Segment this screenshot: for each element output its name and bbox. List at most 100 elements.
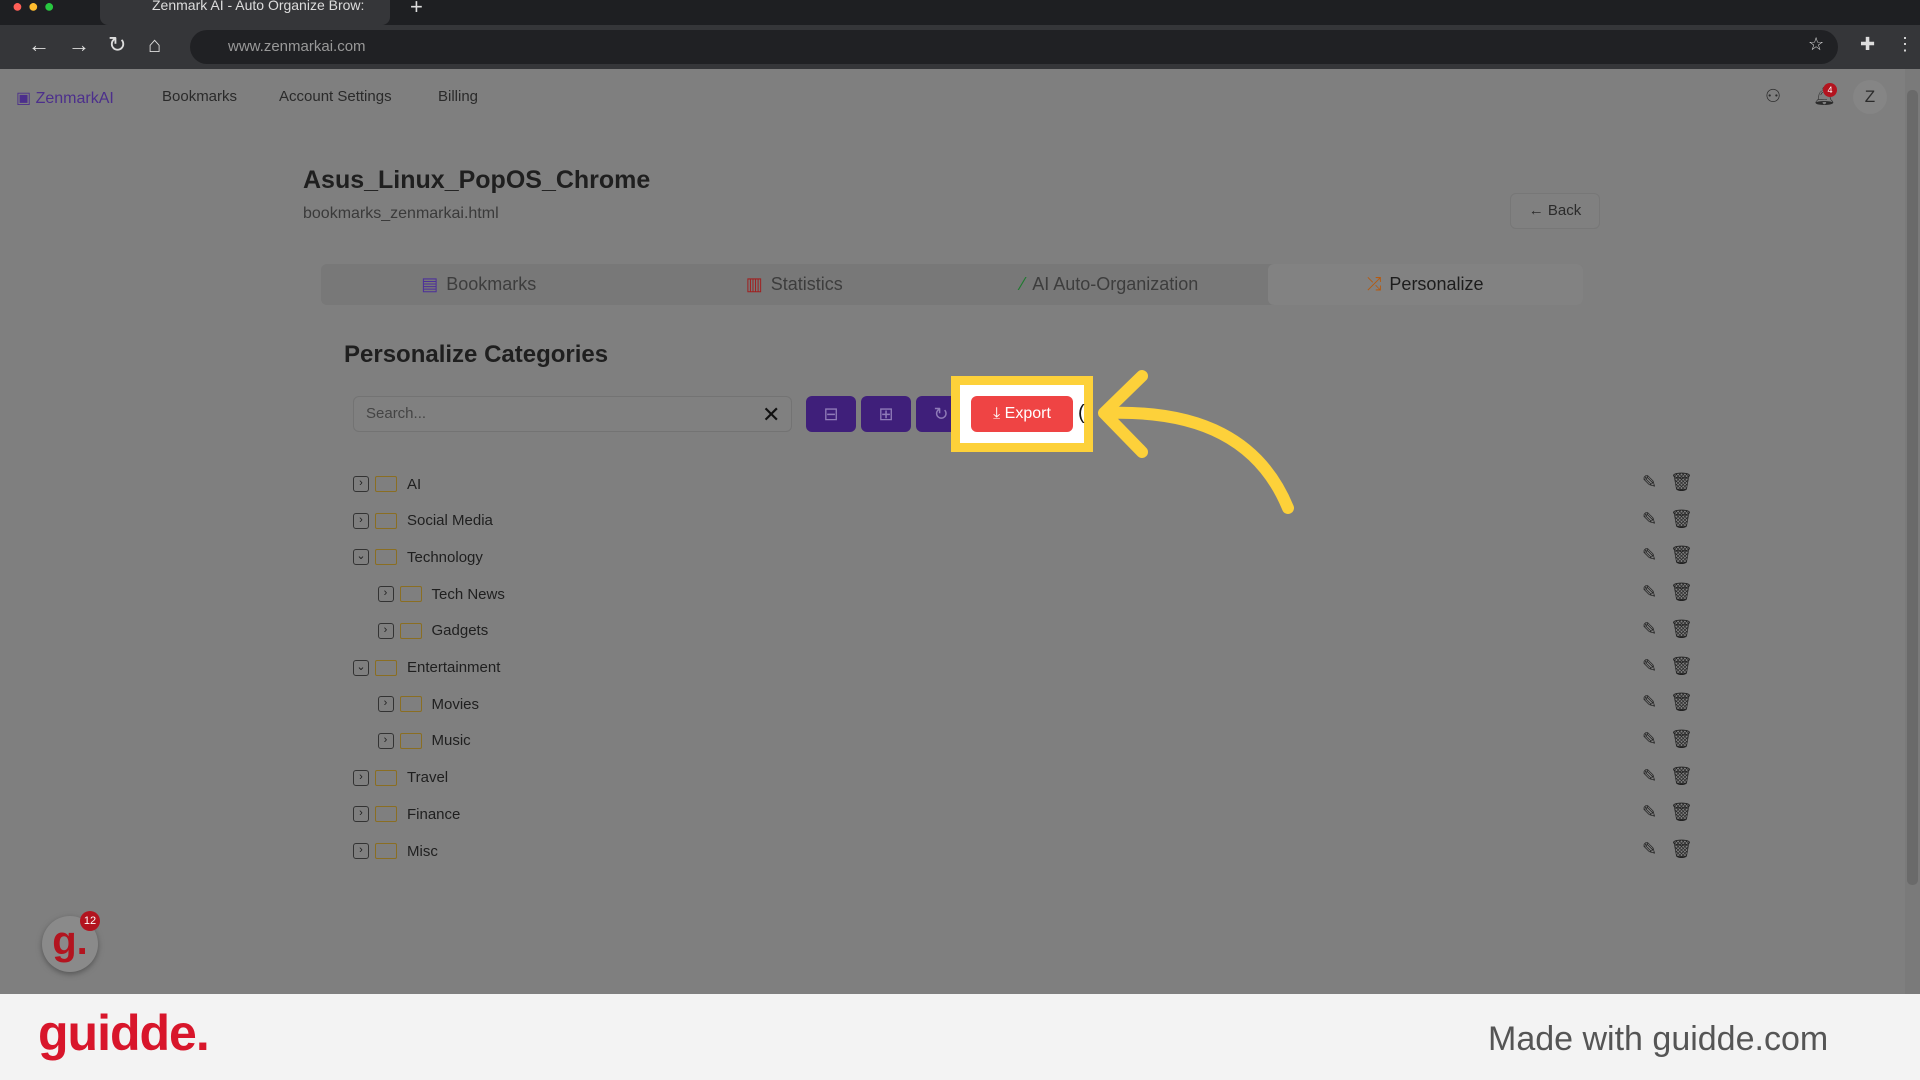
folder-icon xyxy=(375,843,397,859)
trash-icon[interactable]: 🗑︎ xyxy=(1670,472,1693,493)
category-label: Movies xyxy=(431,695,480,713)
trash-icon[interactable]: 🗑︎ xyxy=(1670,619,1693,640)
chevron-right-icon[interactable]: › xyxy=(353,512,369,529)
section-title: Personalize Categories xyxy=(344,341,609,368)
edit-icon[interactable]: ✎ xyxy=(1642,839,1657,860)
menu-icon[interactable]: ⋮ xyxy=(1896,34,1914,55)
edit-icon[interactable]: ✎ xyxy=(1642,472,1657,493)
category-row[interactable]: ⌄ Technology xyxy=(353,542,483,572)
category-label: Finance xyxy=(407,805,461,823)
category-label: Entertainment xyxy=(407,659,501,676)
trash-icon[interactable]: 🗑︎ xyxy=(1670,766,1693,787)
notification-badge: 4 xyxy=(1823,83,1837,97)
folder-icon xyxy=(375,659,397,676)
folder-icon xyxy=(375,476,397,492)
forward-nav-icon[interactable]: → xyxy=(68,32,90,58)
category-label: Music xyxy=(431,732,471,750)
guidde-logo: guidde. xyxy=(38,1005,210,1061)
category-row[interactable]: › Misc xyxy=(353,836,438,866)
category-row[interactable]: › Movies xyxy=(377,689,480,719)
tab-bar: ▤ Bookmarks ▥ Statistics ⁄ AI Auto-Organiza… xyxy=(321,264,1583,305)
trash-icon[interactable]: 🗑︎ xyxy=(1670,582,1693,603)
extensions-icon[interactable]: ✚ xyxy=(1860,34,1875,55)
edit-icon[interactable]: ✎ xyxy=(1642,802,1657,823)
avatar[interactable]: Z xyxy=(1853,80,1887,114)
category-row[interactable]: › Gadgets xyxy=(377,616,488,646)
nav-billing[interactable]: Billing xyxy=(438,88,478,105)
back-nav-icon[interactable]: ← xyxy=(28,32,50,58)
shuffle-icon: ⤮ xyxy=(1367,274,1382,294)
bookmark-icon: ▤ xyxy=(421,274,439,294)
trash-icon[interactable]: 🗑︎ xyxy=(1670,656,1693,677)
download-icon: ⤓ xyxy=(993,405,1001,422)
chevron-right-icon[interactable]: › xyxy=(377,586,394,603)
category-row[interactable]: ⌄ Entertainment xyxy=(353,653,500,683)
home-icon[interactable]: ⌂ xyxy=(148,32,161,58)
archive-icon: ⊟ xyxy=(823,404,839,424)
reload-icon[interactable]: ↻ xyxy=(108,32,126,58)
magic-wand-icon: ⁄ xyxy=(1021,274,1025,294)
star-icon[interactable]: ☆ xyxy=(1808,34,1824,55)
coins-icon[interactable]: ⚇ xyxy=(1765,86,1781,107)
category-label: Travel xyxy=(407,769,449,787)
edit-icon[interactable]: ✎ xyxy=(1642,729,1657,750)
folder-icon xyxy=(399,696,422,713)
search-input[interactable]: Search... xyxy=(353,396,792,432)
edit-icon[interactable]: ✎ xyxy=(1642,692,1657,713)
url-input[interactable]: www.zenmarkai.com xyxy=(190,30,1838,64)
chevron-right-icon[interactable]: › xyxy=(377,696,394,713)
tab-title: Zenmark AI - Auto Organize Brow: xyxy=(152,0,365,13)
browser-tab[interactable]: Zenmark AI - Auto Organize Brow: xyxy=(100,0,390,25)
trash-icon[interactable]: 🗑︎ xyxy=(1670,802,1693,823)
category-label: Tech News xyxy=(431,585,505,603)
tab-personalize[interactable]: ⤮ Personalize xyxy=(1267,264,1583,305)
trash-icon[interactable]: 🗑︎ xyxy=(1670,729,1693,750)
collapse-all-button[interactable]: ⊟ xyxy=(806,396,856,432)
category-row[interactable]: › AI xyxy=(353,469,421,499)
category-row[interactable]: › Music xyxy=(377,726,471,756)
trash-icon[interactable]: 🗑︎ xyxy=(1670,545,1693,566)
folder-icon xyxy=(375,806,397,823)
category-row[interactable]: › Tech News xyxy=(377,579,505,609)
nav-account-settings[interactable]: Account Settings xyxy=(279,88,392,105)
edit-icon[interactable]: ✎ xyxy=(1642,509,1657,530)
nav-bookmarks[interactable]: Bookmarks xyxy=(162,88,237,105)
category-row[interactable]: › Finance xyxy=(353,799,460,829)
trash-icon[interactable]: 🗑︎ xyxy=(1670,692,1693,713)
edit-icon[interactable]: ✎ xyxy=(1642,656,1657,677)
tab-statistics[interactable]: ▥ Statistics xyxy=(637,264,953,305)
chevron-right-icon[interactable]: › xyxy=(353,476,369,492)
folder-icon xyxy=(399,732,422,749)
category-row[interactable]: › Travel xyxy=(353,763,448,793)
page-subtitle: bookmarks_zenmarkai.html xyxy=(303,205,499,222)
edit-icon[interactable]: ✎ xyxy=(1642,582,1657,603)
clear-search-icon[interactable]: ✕ xyxy=(762,402,780,428)
folder-icon xyxy=(375,549,397,566)
add-folder-button[interactable]: ⊞ xyxy=(861,396,911,432)
chevron-down-icon[interactable]: ⌄ xyxy=(353,549,369,566)
folder-icon xyxy=(375,512,397,529)
scrollbar-thumb[interactable] xyxy=(1907,90,1918,885)
trash-icon[interactable]: 🗑︎ xyxy=(1670,839,1693,860)
logo[interactable]: ▣ ZenmarkAI xyxy=(16,88,114,108)
new-tab-button[interactable]: + xyxy=(410,0,423,20)
category-label: Technology xyxy=(407,548,483,566)
export-button[interactable]: ⤓ Export xyxy=(971,396,1073,432)
edit-icon[interactable]: ✎ xyxy=(1642,766,1657,787)
tab-ai-auto-organization[interactable]: ⁄ AI Auto-Organization xyxy=(952,264,1268,305)
chevron-right-icon[interactable]: › xyxy=(377,732,394,749)
edit-icon[interactable]: ✎ xyxy=(1642,619,1657,640)
edit-icon[interactable]: ✎ xyxy=(1642,545,1657,566)
chevron-right-icon[interactable]: › xyxy=(353,806,369,823)
category-row[interactable]: › Social Media xyxy=(353,506,493,536)
tab-bookmarks[interactable]: ▤ Bookmarks xyxy=(321,264,637,305)
chevron-right-icon[interactable]: › xyxy=(353,769,369,786)
chevron-right-icon[interactable]: › xyxy=(353,843,369,859)
window-controls[interactable]: ● ● ● xyxy=(12,0,55,17)
trash-icon[interactable]: 🗑︎ xyxy=(1670,509,1693,530)
chevron-right-icon[interactable]: › xyxy=(377,622,394,639)
spinner-icon: ( xyxy=(1078,402,1085,424)
back-button[interactable]: ← Back xyxy=(1510,193,1600,229)
chevron-down-icon[interactable]: ⌄ xyxy=(353,659,369,676)
folder-icon xyxy=(375,769,397,786)
